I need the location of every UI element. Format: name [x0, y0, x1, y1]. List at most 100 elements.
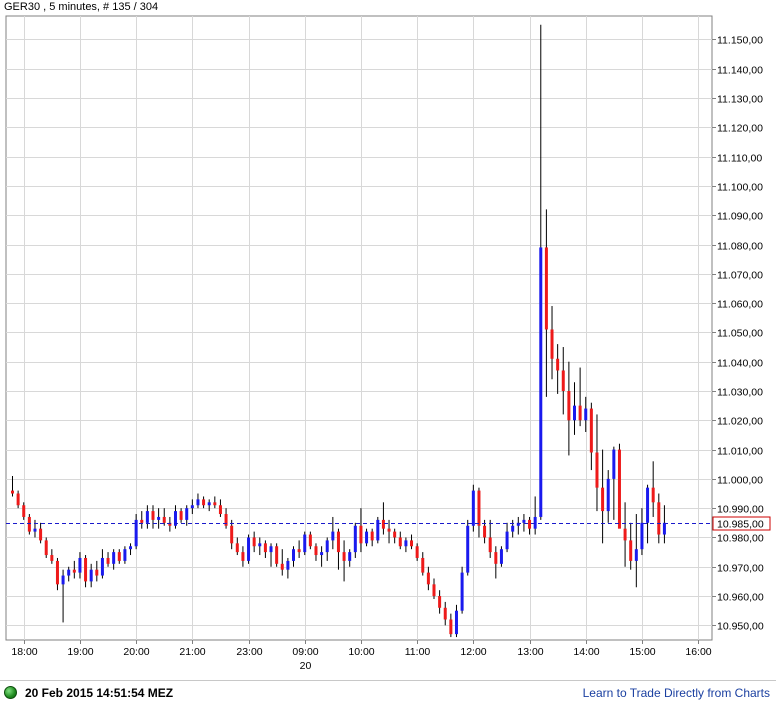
- candle-body-up: [247, 537, 251, 561]
- candle-body-down: [387, 528, 391, 532]
- candle-body-down: [601, 487, 605, 512]
- candle-body-up: [499, 549, 503, 564]
- x-tick-label: 11:00: [405, 646, 431, 658]
- y-tick-label: 11.080,00: [717, 241, 763, 253]
- candle-body-up: [185, 508, 189, 520]
- candle-body-down: [202, 499, 206, 506]
- candle-body-up: [123, 549, 127, 561]
- candle-body-up: [365, 531, 369, 544]
- candle-body-down: [398, 537, 402, 547]
- candle-body-up: [533, 516, 537, 529]
- current-price-label: 10.985,00: [717, 519, 764, 531]
- candle-body-down: [314, 546, 318, 556]
- candle-body-down: [342, 552, 346, 561]
- candle-body-up: [196, 499, 200, 506]
- candle-body-down: [275, 546, 279, 564]
- candle-body-up: [303, 534, 307, 553]
- candle-body-up: [61, 575, 65, 585]
- candle-body-up: [331, 531, 335, 541]
- candle-body-down: [629, 540, 633, 561]
- candle-body-up: [269, 546, 273, 553]
- x-tick-label: 15:00: [629, 646, 655, 658]
- candle-body-up: [376, 519, 380, 541]
- candle-body-down: [488, 537, 492, 553]
- candle-body-up: [466, 525, 470, 573]
- x-tick-label: 16:00: [685, 646, 711, 658]
- candle-body-down: [179, 511, 183, 520]
- x-tick-label: 19:00: [67, 646, 93, 658]
- y-tick-label: 10.980,00: [717, 533, 764, 545]
- candle-body-up: [33, 528, 37, 532]
- candlestick-chart[interactable]: 10.950,00 10.960,00 10.970,00 10.980,00 10.9…: [0, 0, 776, 680]
- candle-body-down: [39, 528, 43, 541]
- chart-container: GER30 , 5 minutes, # 135 / 304 10.950,00…: [0, 0, 776, 706]
- x-tick-sublabel: 20: [300, 660, 312, 672]
- y-tick-label: 11.130,00: [717, 94, 763, 106]
- candle-body-down: [359, 525, 363, 544]
- y-tick-label: 11.100,00: [717, 182, 763, 194]
- candle-body-up: [404, 540, 408, 547]
- candle-body-up: [634, 549, 638, 561]
- candle-body-down: [426, 572, 430, 585]
- candle-body-down: [438, 596, 442, 608]
- candle-body-up: [100, 557, 104, 576]
- candle-body-up: [67, 569, 71, 576]
- status-bar: 20 Feb 2015 14:51:54 MEZ Learn to Trade …: [0, 680, 776, 707]
- candle-body-up: [286, 560, 290, 570]
- candle-body-down: [657, 502, 661, 535]
- x-tick-label: 20:00: [123, 646, 149, 658]
- candle-body-down: [561, 370, 565, 391]
- y-tick-label: 11.140,00: [717, 65, 763, 77]
- candle-body-down: [50, 555, 54, 561]
- candle-body-down: [117, 552, 121, 561]
- candle-body-up: [584, 408, 588, 421]
- candle-body-down: [651, 487, 655, 503]
- candle-body-down: [151, 511, 155, 520]
- y-tick-label: 11.090,00: [717, 211, 763, 223]
- candle-body-down: [370, 531, 374, 541]
- y-tick-label: 11.010,00: [717, 446, 763, 458]
- candle-body-down: [550, 329, 554, 359]
- candle-body-down: [252, 537, 256, 547]
- candle-body-down: [421, 557, 425, 573]
- candle-body-up: [454, 610, 458, 635]
- y-tick-label: 10.950,00: [717, 621, 764, 633]
- candle-body-up: [89, 569, 93, 582]
- candle-body-down: [162, 516, 166, 523]
- candle-body-down: [556, 358, 560, 371]
- candle-body-up: [292, 549, 295, 561]
- candle-body-down: [280, 563, 284, 570]
- chart-title: GER30 , 5 minutes, # 135 / 304: [4, 1, 159, 13]
- candle-body-down: [336, 531, 340, 553]
- connection-status-icon: [4, 686, 17, 699]
- learn-to-trade-link[interactable]: Learn to Trade Directly from Charts: [583, 686, 770, 700]
- x-tick-label: 18:00: [11, 646, 37, 658]
- candle-body-up: [112, 552, 116, 564]
- candle-body-down: [595, 452, 599, 488]
- candle-body-down: [55, 560, 59, 585]
- candle-body-down: [589, 408, 593, 453]
- plot-area: [5, 15, 713, 641]
- candle-body-down: [241, 552, 245, 561]
- candle-body-up: [207, 502, 211, 506]
- candle-body-down: [27, 516, 31, 532]
- y-tick-label: 11.030,00: [717, 387, 763, 399]
- candle-body-down: [449, 619, 453, 635]
- candle-body-down: [84, 557, 88, 582]
- candle-body-down: [578, 405, 582, 421]
- y-tick-label: 11.150,00: [717, 35, 763, 47]
- candle-body-down: [494, 552, 498, 564]
- candle-body-down: [415, 546, 419, 558]
- candle-body-up: [522, 519, 526, 523]
- y-tick-label: 11.070,00: [717, 270, 763, 282]
- y-tick-label: 11.020,00: [717, 416, 763, 428]
- candle-body-down: [263, 543, 267, 553]
- candle-body-down: [297, 549, 301, 553]
- x-tick-label: 23:00: [236, 646, 262, 658]
- y-tick-label: 11.040,00: [717, 358, 763, 370]
- candle-body-up: [145, 511, 149, 523]
- x-tick-label: 10:00: [348, 646, 374, 658]
- y-tick-label: 11.120,00: [717, 123, 763, 135]
- candle-body-up: [505, 531, 509, 550]
- candle-body-down: [16, 493, 20, 506]
